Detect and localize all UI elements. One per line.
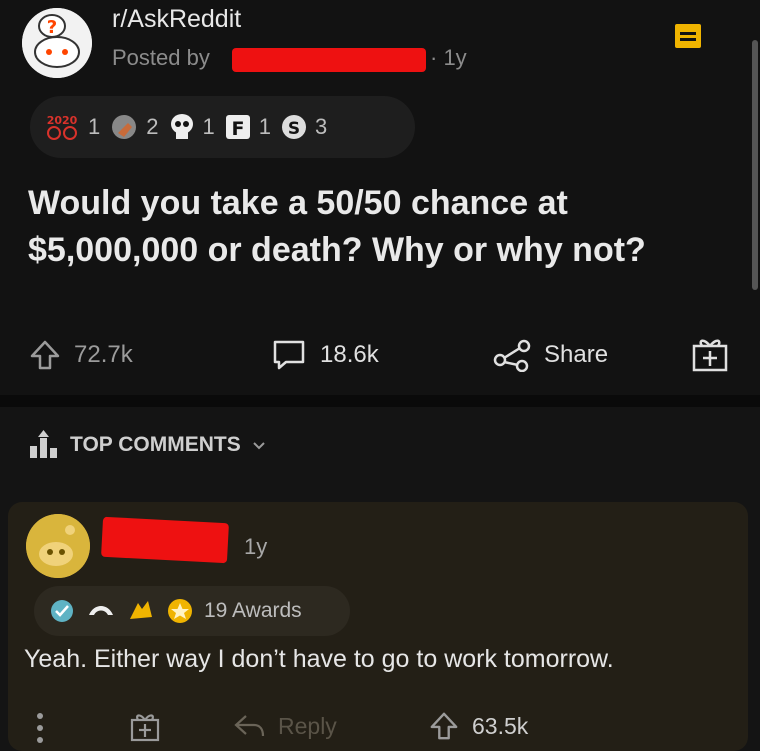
post-title-line-2: $5,000,000 or death? Why or why not? (28, 231, 646, 269)
sort-label: TOP COMMENTS (70, 433, 241, 456)
award-count: 1 (202, 114, 215, 139)
upvote-icon (428, 710, 460, 742)
comment-award-button[interactable] (128, 710, 162, 744)
comment-awards[interactable]: 19 Awards (34, 586, 350, 636)
more-options-button[interactable] (36, 710, 44, 746)
svg-text:F: F (231, 118, 244, 140)
top-chart-icon (28, 430, 60, 460)
2020-award-icon: 2020 (42, 112, 82, 142)
svg-text:2020: 2020 (47, 114, 78, 127)
award-count: 3 (315, 114, 328, 139)
silver-award-icon: S (279, 112, 309, 142)
comment-upvote-count: 63.5k (472, 712, 529, 739)
section-divider (0, 395, 760, 407)
award-skull: 1 (167, 111, 215, 143)
award-2020: 2020 1 (42, 112, 100, 142)
comment-awards-label: 19 Awards (204, 599, 302, 622)
comment-body: Yeah. Either way I don’t have to go to w… (24, 645, 614, 673)
skull-award-icon (167, 111, 197, 143)
award-button[interactable] (690, 336, 730, 374)
award-f: F 1 (223, 112, 271, 142)
comments-button[interactable]: 18.6k (270, 338, 379, 372)
award-facepalm: 2 (108, 111, 159, 143)
sort-selector[interactable]: TOP COMMENTS (28, 430, 267, 460)
svg-text:?: ? (47, 17, 57, 38)
scrollbar[interactable] (752, 40, 758, 290)
post-title-line-1: Would you take a 50/50 chance at (28, 184, 568, 222)
post-actions: 72.7k 18.6k Share (0, 320, 760, 386)
hug-award-icon (86, 597, 116, 625)
comment-upvote-button[interactable]: 63.5k (428, 710, 528, 742)
share-icon (492, 338, 532, 372)
redacted-commenter (101, 516, 229, 564)
reply-label: Reply (278, 712, 337, 739)
post-awards[interactable]: 2020 1 2 1 F 1 S 3 (30, 96, 415, 158)
kebab-menu-icon (36, 710, 44, 746)
redacted-username (232, 48, 426, 72)
award-count: 2 (146, 114, 159, 139)
subreddit-avatar[interactable]: ? (22, 8, 92, 78)
share-button[interactable]: Share (492, 338, 608, 372)
award-count: 1 (88, 114, 101, 139)
upvote-button[interactable]: 72.7k (28, 338, 133, 372)
subreddit-name[interactable]: r/AskReddit (112, 5, 241, 34)
facepalm-award-icon (108, 111, 140, 143)
f-award-icon: F (223, 112, 253, 142)
svg-text:S: S (288, 119, 300, 139)
post-title[interactable]: Would you take a 50/50 chance at $5,000,… (28, 180, 728, 274)
award-count: 1 (258, 114, 271, 139)
upvote-count: 72.7k (74, 341, 133, 368)
wholesome-award-icon (48, 597, 76, 625)
award-silver: S 3 (279, 112, 327, 142)
gift-icon (128, 710, 162, 744)
comment-bubble-icon (270, 338, 308, 372)
reply-button[interactable]: Reply (232, 712, 337, 740)
comment-actions: Reply 63.5k (0, 706, 760, 751)
reply-arrow-icon (232, 712, 266, 740)
save-icon[interactable] (672, 20, 704, 52)
post-age: · 1y (430, 45, 467, 70)
upvote-icon (28, 338, 62, 372)
posted-by-label: Posted by (112, 45, 210, 70)
chevron-down-icon (251, 437, 267, 453)
gift-icon (690, 336, 730, 374)
share-label: Share (544, 341, 609, 368)
commenter-avatar[interactable] (26, 514, 90, 578)
star-award-icon (166, 597, 194, 625)
comment-age: 1y (244, 534, 268, 559)
comment-count: 18.6k (320, 341, 379, 368)
gold-hands-award-icon (126, 597, 156, 625)
